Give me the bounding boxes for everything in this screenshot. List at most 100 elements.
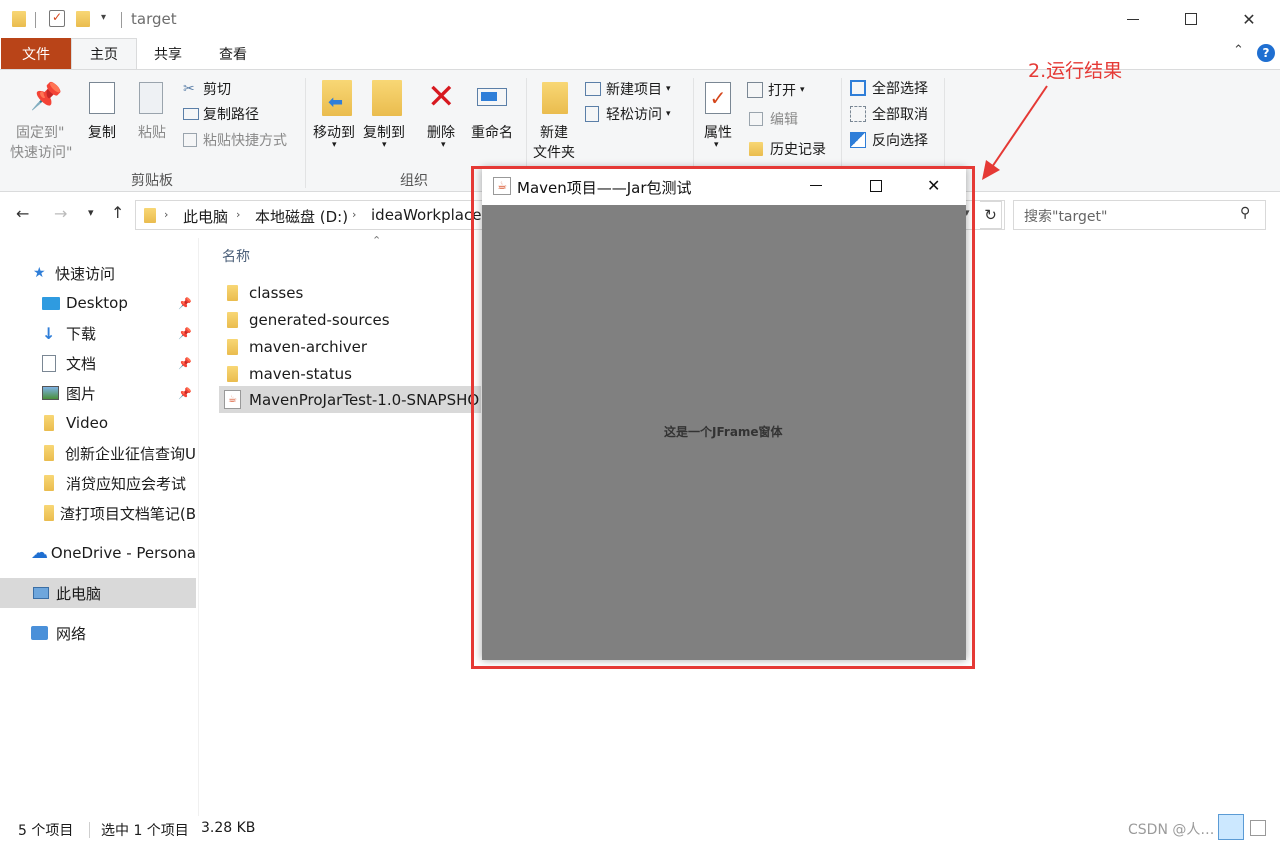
paste-icon [139,82,163,114]
list-item[interactable]: generated-sources [219,306,481,333]
open-button[interactable]: 打开 ▾ [747,79,805,101]
list-item[interactable]: maven-archiver [219,333,481,360]
tab-home[interactable]: 主页 [71,38,137,69]
large-icons-view-icon[interactable] [1250,820,1266,836]
help-icon[interactable]: ? [1257,44,1275,62]
breadcrumb-this-pc[interactable]: 此电脑 [183,206,228,227]
pin-quick-access-button[interactable]: 📌 固定到" 快速访问" [8,78,78,164]
sidebar-item-this-pc[interactable]: 此电脑 [0,578,196,608]
new-item-button[interactable]: 新建项目 ▾ [585,78,671,100]
group-label-clipboard: 剪贴板 [131,173,173,189]
pin-icon: 📌 [178,356,192,370]
open-icon [747,82,763,98]
copy-button[interactable]: 复制 [84,78,124,158]
folder-icon [227,311,249,328]
sidebar-item-desktop[interactable]: Desktop 📌 [0,288,196,318]
list-item[interactable]: classes [219,279,481,306]
tab-view[interactable]: 查看 [199,38,267,69]
minimize-button[interactable] [1104,0,1162,38]
sidebar-item-video[interactable]: Video [0,408,196,438]
qat-dropdown-icon[interactable]: ▾ [101,12,106,23]
new-folder-button[interactable]: 新建 文件夹 [532,78,580,164]
chevron-right-icon: › [236,208,241,221]
sidebar-item-onedrive[interactable]: ☁ OneDrive - Persona [0,538,196,568]
download-icon: ↓ [42,323,56,343]
divider [35,12,36,28]
folder-icon [227,365,249,382]
invert-selection-button[interactable]: 反向选择 [850,129,928,151]
back-icon[interactable]: ← [16,204,29,223]
copy-folder-icon [372,80,402,116]
sidebar-item-downloads[interactable]: ↓ 下载 📌 [0,318,196,348]
cut-button[interactable]: ✂ 剪切 [183,78,231,100]
desktop-icon [42,296,66,310]
sidebar-item-documents[interactable]: 文档 📌 [0,348,196,378]
folder-icon [12,11,26,27]
edit-button[interactable]: 编辑 [749,108,798,130]
list-item[interactable]: maven-status [219,360,481,387]
folder-icon [44,505,60,521]
search-icon[interactable]: ⚲ [1240,205,1250,221]
new-folder-icon[interactable] [76,11,90,27]
picture-icon [42,386,66,400]
tab-file[interactable]: 文件 [1,38,71,69]
copy-path-icon [183,108,199,120]
easy-access-button[interactable]: 轻松访问 ▾ [585,103,671,125]
java-jar-icon: ☕ [224,390,249,409]
new-item-icon [585,82,601,96]
dropdown-icon: ▾ [666,109,671,119]
paste-shortcut-button[interactable]: 粘贴快捷方式 [183,129,287,151]
sidebar-item-pictures[interactable]: 图片 📌 [0,378,196,408]
divider [121,12,122,28]
annotation-label: 2.运行结果 [1028,60,1123,82]
copy-to-button[interactable]: 复制到 ▾ [362,78,412,158]
selected-count: 选中 1 个项目 [101,823,189,839]
annotation-highlight-box [471,166,975,669]
dropdown-icon: ▾ [666,84,671,94]
breadcrumb-ideaworkplace[interactable]: ideaWorkplace [371,206,481,224]
search-placeholder: 搜索"target" [1024,209,1108,225]
cloud-icon: ☁ [31,543,48,563]
recent-locations-icon[interactable]: ▾ [88,206,94,219]
properties-check-icon[interactable]: ✓ [49,10,65,27]
sidebar-item-folder[interactable]: 消贷应知应会考试 [0,468,196,498]
window-title: target [131,10,177,28]
properties-button[interactable]: ✓ 属性 ▾ [700,78,740,164]
collapse-ribbon-icon[interactable]: ⌃ [1233,43,1244,58]
star-icon: ★ [33,265,46,281]
easy-access-icon [585,106,599,122]
rename-button[interactable]: 重命名 [469,78,521,158]
sidebar-item-folder[interactable]: 创新企业征信查询U [0,438,196,468]
sidebar-item-network[interactable]: 网络 [0,618,196,648]
up-icon[interactable]: ↑ [111,203,124,222]
dropdown-icon: ▾ [714,140,719,150]
list-item[interactable]: ☕ MavenProJarTest-1.0-SNAPSHO [219,386,481,413]
select-all-button[interactable]: 全部选择 [850,77,928,99]
divider [305,78,306,188]
history-button[interactable]: 历史记录 [749,138,826,160]
delete-button[interactable]: ✕ 删除 ▾ [425,78,463,158]
select-none-button[interactable]: 全部取消 [850,103,928,125]
maximize-button[interactable] [1162,0,1220,38]
pin-icon: 📌 [178,296,192,310]
sidebar-item-folder[interactable]: 渣打项目文档笔记(B [0,498,196,528]
folder-icon [227,284,249,301]
paste-button[interactable]: 粘贴 [132,78,172,158]
dropdown-icon: ▾ [382,140,387,150]
details-view-icon[interactable] [1218,814,1244,840]
copy-path-button[interactable]: 复制路径 [183,103,259,125]
folder-icon [227,338,249,355]
folder-icon [44,445,65,461]
tab-share[interactable]: 共享 [137,38,199,69]
column-header-name[interactable]: 名称 [222,246,250,266]
forward-icon[interactable]: → [54,204,67,223]
copy-icon [89,82,115,114]
close-button[interactable]: ✕ [1220,0,1278,38]
move-to-button[interactable]: ⬅ 移动到 ▾ [312,78,362,158]
search-input[interactable]: 搜索"target" ⚲ [1013,200,1266,230]
breadcrumb-drive-d[interactable]: 本地磁盘 (D:) [255,206,348,227]
selected-size: 3.28 KB [201,820,256,836]
sidebar-item-quick-access[interactable]: ★ 快速访问 [0,258,196,288]
refresh-icon[interactable]: ↻ [980,201,1002,229]
rename-icon [477,88,507,106]
